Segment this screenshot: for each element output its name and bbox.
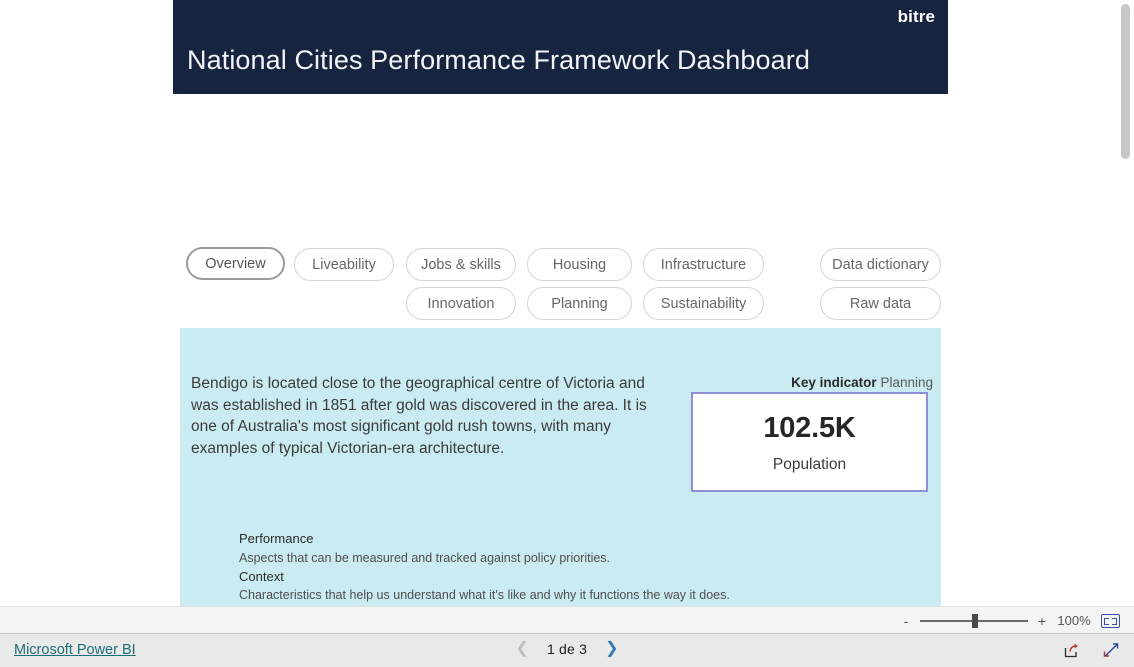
nav-pill-infrastructure[interactable]: Infrastructure <box>643 248 764 281</box>
legend-term-performance: Performance <box>239 531 314 546</box>
fullscreen-icon[interactable] <box>1102 641 1120 659</box>
nav-pill-overview[interactable]: Overview <box>186 247 285 280</box>
footer-bar: Microsoft Power BI ❮ 1 de 3 ❯ <box>0 634 1134 667</box>
nav-pill-raw-data[interactable]: Raw data <box>820 287 941 320</box>
key-indicator-caption: Population <box>772 456 847 473</box>
zoom-in-button[interactable]: + <box>1037 613 1047 629</box>
zoom-percent-value: 100% <box>1057 613 1091 628</box>
legend-definition-performance: Aspects that can be measured and tracked… <box>239 550 611 565</box>
zoom-controls: - + 100% <box>901 607 1120 634</box>
nav-pill-housing[interactable]: Housing <box>527 248 632 281</box>
zoom-slider[interactable] <box>920 613 1028 628</box>
nav-pill-data-dictionary[interactable]: Data dictionary <box>820 248 941 281</box>
overview-content-panel: Bendigo is located close to the geograph… <box>180 328 941 606</box>
zoom-slider-knob[interactable] <box>972 613 978 628</box>
legend-block: Performance Aspects that can be measured… <box>239 530 899 605</box>
power-bi-report-viewer: bitre National Cities Performance Framew… <box>0 0 1134 667</box>
key-indicator-label: Key indicator Planning <box>691 375 933 390</box>
nav-pill-sustainability[interactable]: Sustainability <box>643 287 764 320</box>
nav-pill-innovation[interactable]: Innovation <box>406 287 516 320</box>
zoom-out-button[interactable]: - <box>901 613 911 629</box>
share-icon[interactable] <box>1063 642 1080 659</box>
legend-term-context: Context <box>239 568 284 584</box>
vertical-scrollbar-thumb[interactable] <box>1121 4 1130 159</box>
city-description-text: Bendigo is located close to the geograph… <box>191 375 647 457</box>
key-indicator-value: 102.5K <box>763 412 856 444</box>
legend-definition-context: Characteristics that help us understand … <box>239 588 730 602</box>
fit-to-page-icon[interactable] <box>1101 613 1120 628</box>
nav-pill-liveability[interactable]: Liveability <box>294 248 394 281</box>
vertical-scrollbar-track[interactable] <box>1117 0 1134 606</box>
page-indicator: 1 de 3 <box>546 641 588 657</box>
report-canvas: bitre National Cities Performance Framew… <box>0 0 1134 606</box>
nav-pill-planning[interactable]: Planning <box>527 287 632 320</box>
key-indicator-label-bold: Key indicator <box>791 375 877 390</box>
footer-actions <box>1063 641 1120 659</box>
page-navigation: ❮ 1 de 3 ❯ <box>0 641 1134 658</box>
report-header: bitre National Cities Performance Framew… <box>173 0 948 94</box>
next-page-icon[interactable]: ❯ <box>605 641 618 657</box>
nav-pill-jobs-skills[interactable]: Jobs & skills <box>406 248 516 281</box>
previous-page-icon[interactable]: ❮ <box>516 641 529 657</box>
bitre-logo: bitre <box>897 7 935 26</box>
key-indicator-category: Planning <box>880 375 933 390</box>
key-indicator-card[interactable]: 102.5K Population <box>691 392 928 492</box>
navigation-pills: Overview Liveability Jobs & skills Housi… <box>186 247 946 323</box>
page-title: National Cities Performance Framework Da… <box>187 45 810 75</box>
zoom-toolbar: - + 100% <box>0 606 1134 634</box>
